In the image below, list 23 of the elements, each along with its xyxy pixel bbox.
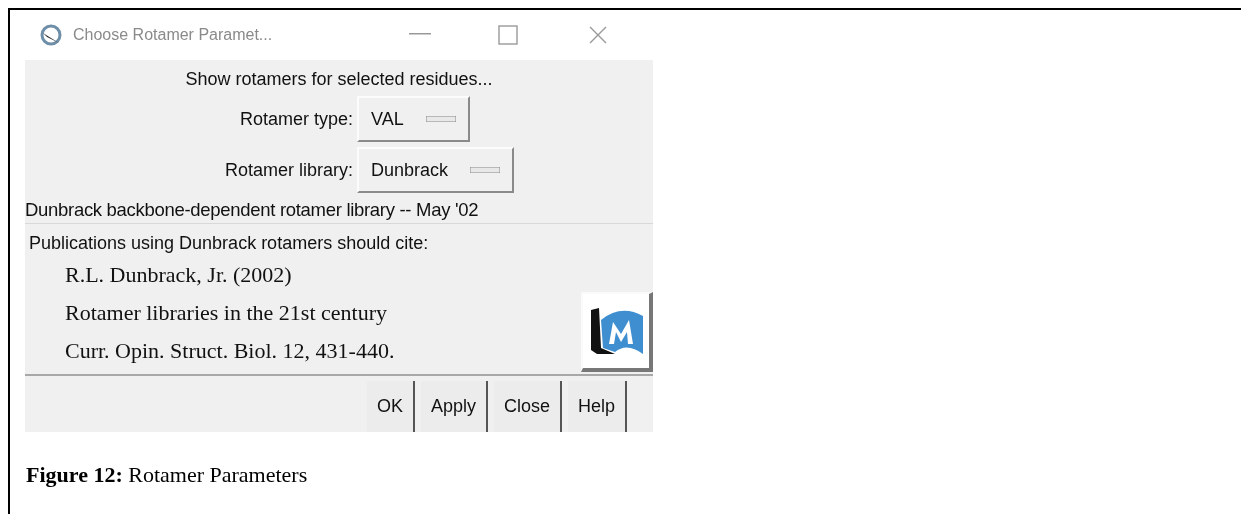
dialog-button[interactable]: Close	[493, 381, 562, 432]
logo-button[interactable]	[581, 292, 653, 372]
citation-line: Rotamer libraries in the 21st century	[65, 299, 388, 327]
dialog-button[interactable]: Help	[567, 381, 627, 432]
figure-caption: Figure 12: Rotamer Parameters	[25, 461, 309, 489]
app-icon	[39, 23, 63, 47]
citation-note: Publications using Dunbrack rotamers should cite:	[28, 232, 430, 255]
maximize-icon[interactable]	[498, 25, 518, 45]
option-menu-button[interactable]: VAL	[357, 96, 470, 142]
library-description: Dunbrack backbone-dependent rotamer library -- May '02	[25, 198, 480, 222]
option-label: Rotamer type:	[238, 107, 354, 131]
dialog-heading: Show rotamers for selected residues...	[184, 68, 494, 91]
minimize-icon[interactable]	[409, 33, 431, 37]
menu-indicator-icon	[425, 116, 456, 122]
option-label: Rotamer library:	[223, 158, 354, 182]
window-title: Choose Rotamer Paramet...	[73, 25, 274, 45]
menu-indicator-icon	[470, 167, 501, 173]
dialog-button[interactable]: Apply	[420, 381, 488, 432]
close-icon[interactable]	[588, 25, 608, 45]
option-menu-button[interactable]: Dunbrack	[357, 147, 515, 193]
citation-line: R.L. Dunbrack, Jr. (2002)	[65, 261, 293, 289]
dialog-button[interactable]: OK	[366, 381, 415, 432]
citation-line: Curr. Opin. Struct. Biol. 12, 431-440.	[65, 337, 395, 365]
